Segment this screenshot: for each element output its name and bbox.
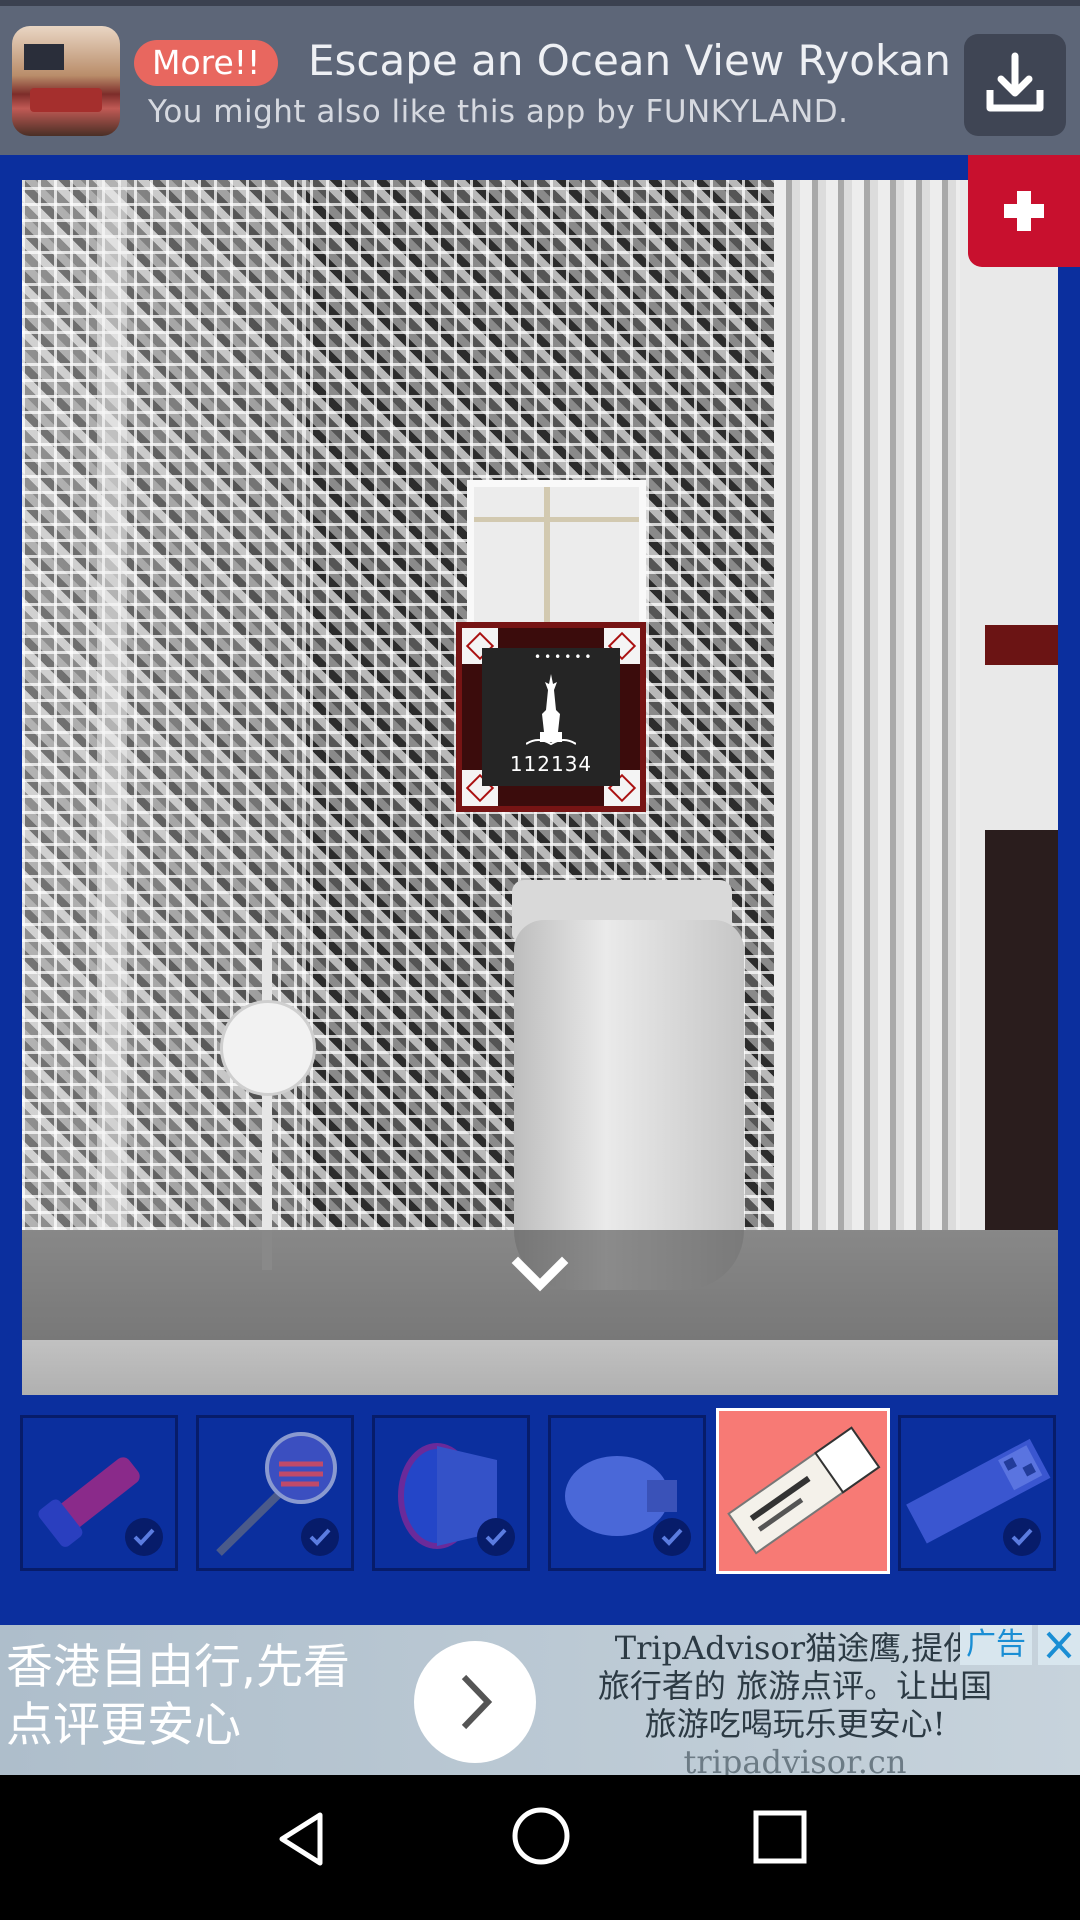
promo-banner[interactable]: More!! Escape an Ocean View Ryokan You m… <box>0 0 1080 155</box>
home-icon[interactable] <box>510 1805 572 1867</box>
ad-close-button[interactable] <box>1038 1625 1080 1665</box>
more-button[interactable]: More!! <box>134 40 279 86</box>
plus-icon <box>1004 191 1044 231</box>
bathroom-scene[interactable]: •••••• 112134 <box>22 180 1058 1395</box>
poster-dots: •••••• <box>534 650 595 664</box>
check-icon <box>1003 1518 1041 1556</box>
ad-description-line3: 旅游吃喝玩乐更安心! <box>644 1705 946 1743</box>
poster-code: 112134 <box>509 752 593 776</box>
toilet-paper-roll[interactable] <box>220 1000 316 1096</box>
ad-headline-line2: 点评更安心 <box>6 1698 241 1753</box>
inventory-slot-qr-card[interactable] <box>898 1415 1056 1571</box>
ad-headline[interactable]: 香港自由行,先看 点评更安心 <box>6 1639 350 1755</box>
inventory-slot-museum-ticket[interactable] <box>716 1408 890 1574</box>
bottom-ad-banner[interactable]: 香港自由行,先看 点评更安心 TripAdvisor猫途鹰,提供 旅行者的 旅游… <box>0 1625 1080 1775</box>
ad-badge: 广告 <box>960 1625 1032 1665</box>
inventory-slot-cup[interactable] <box>372 1415 530 1571</box>
check-icon <box>125 1518 163 1556</box>
chevron-down-icon[interactable] <box>510 1245 570 1305</box>
ad-arrow-button[interactable] <box>414 1641 536 1763</box>
wall-niche[interactable] <box>467 480 646 644</box>
back-icon[interactable] <box>270 1807 334 1871</box>
ad-headline-line1: 香港自由行,先看 <box>6 1640 350 1695</box>
inventory-slot-flag-fan[interactable] <box>196 1415 354 1571</box>
download-button[interactable] <box>964 34 1066 136</box>
liberty-poster[interactable]: •••••• 112134 <box>456 622 646 812</box>
recents-icon[interactable] <box>752 1809 808 1865</box>
check-icon <box>653 1518 691 1556</box>
promo-app-thumbnail[interactable] <box>12 26 120 136</box>
system-nav-bar <box>0 1775 1080 1920</box>
promo-subtitle: You might also like this app by FUNKYLAN… <box>148 94 849 130</box>
inventory-slot-knob[interactable] <box>548 1415 706 1571</box>
vertical-slats <box>774 180 984 1395</box>
download-icon <box>986 52 1044 112</box>
check-icon <box>477 1518 515 1556</box>
close-icon <box>1046 1631 1072 1659</box>
plus-button[interactable] <box>968 155 1080 267</box>
inventory-slot-flashlight[interactable] <box>20 1415 178 1571</box>
promo-title[interactable]: Escape an Ocean View Ryokan <box>308 36 951 85</box>
paper-holder-stand <box>262 940 272 1270</box>
ad-description-line2: 旅行者的 旅游点评。让出国 <box>597 1667 993 1705</box>
adjacent-room <box>960 180 1058 1395</box>
museum-ticket-icon <box>727 1426 881 1555</box>
game-area: •••••• 112134 <box>0 155 1080 1625</box>
chevron-right-icon <box>461 1674 493 1730</box>
ad-domain: tripadvisor.cn <box>683 1743 907 1775</box>
statue-of-liberty-icon <box>526 674 576 746</box>
check-icon <box>301 1518 339 1556</box>
